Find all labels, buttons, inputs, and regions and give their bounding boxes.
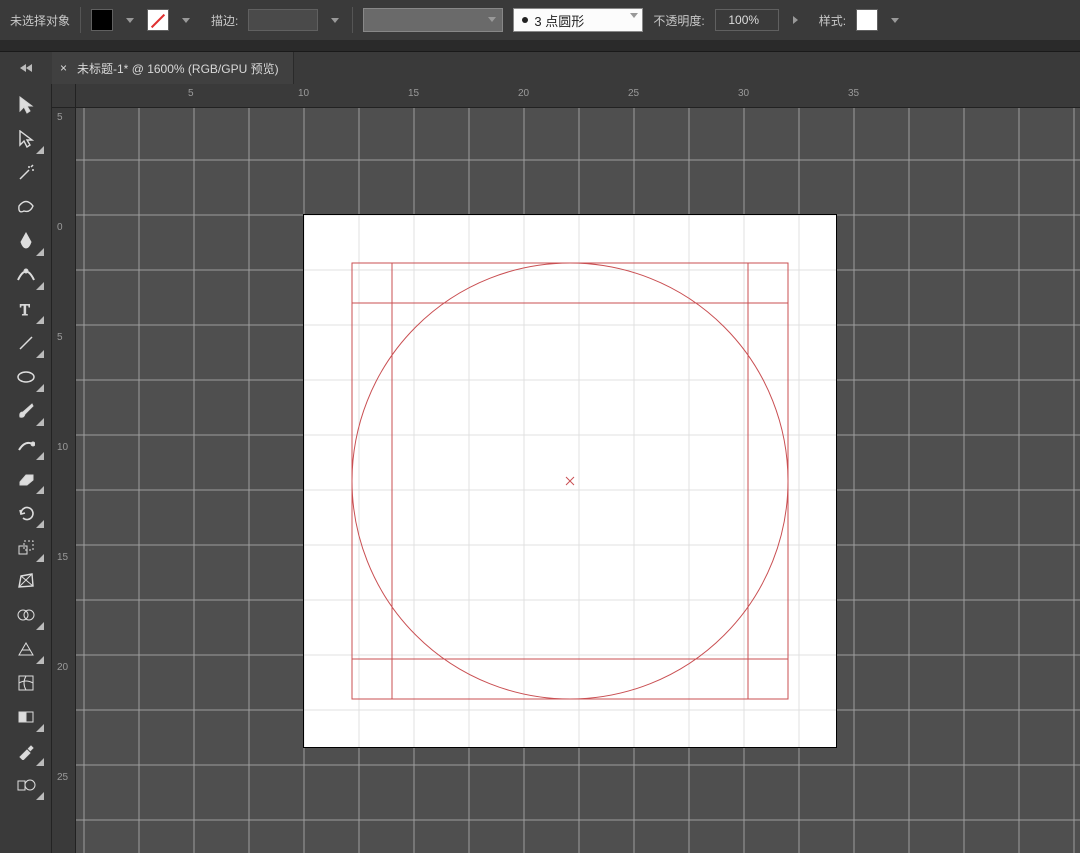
ruler-v-tick: 5 [57,332,63,343]
svg-text:T: T [20,302,30,317]
brush-combo[interactable]: 3 点圆形 [513,8,643,32]
stroke-weight-input[interactable] [248,9,318,31]
ruler-h-tick: 15 [408,88,419,99]
perspective-tool[interactable] [6,632,46,666]
curvature-tool[interactable] [6,258,46,292]
close-icon[interactable]: × [60,61,67,75]
ruler-h-tick: 20 [518,88,529,99]
blend-tool[interactable] [6,768,46,802]
eraser-tool[interactable] [6,462,46,496]
selection-tool[interactable] [6,88,46,122]
separator [352,7,353,33]
stroke-dropdown[interactable] [179,9,193,31]
line-tool[interactable] [6,326,46,360]
ruler-h-tick: 25 [628,88,639,99]
magic-wand-tool[interactable] [6,156,46,190]
ruler-horizontal[interactable]: 5 10 15 20 25 30 35 35 [76,84,1080,108]
stroke-swatch[interactable] [147,9,169,31]
opacity-input[interactable]: 100% [715,9,779,31]
ruler-h-tick: 30 [738,88,749,99]
ruler-v-tick: 25 [57,772,68,783]
pen-tool[interactable] [6,224,46,258]
toolbar: T [0,84,52,853]
eyedropper-tool[interactable] [6,734,46,768]
fill-dropdown[interactable] [123,9,137,31]
rotate-tool[interactable] [6,496,46,530]
ruler-origin[interactable] [52,84,76,108]
document-tab[interactable]: × 未标题-1* @ 1600% (RGB/GPU 预览) [52,52,294,84]
ruler-h-tick: 5 [188,88,194,99]
sub-strip [0,40,1080,52]
fill-swatch[interactable] [91,9,113,31]
direct-selection-tool[interactable] [6,122,46,156]
canvas[interactable]: 5 10 15 20 25 30 35 35 5 0 5 10 15 20 25 [52,84,1080,853]
mesh-tool[interactable] [6,666,46,700]
ruler-v-tick: 20 [57,662,68,673]
document-tab-title: 未标题-1* @ 1600% (RGB/GPU 预览) [77,60,279,77]
tab-bar: × 未标题-1* @ 1600% (RGB/GPU 预览) [0,52,1080,84]
separator [80,7,81,33]
ruler-h-tick: 10 [298,88,309,99]
lasso-tool[interactable] [6,190,46,224]
style-swatch[interactable] [856,9,878,31]
stroke-label: 描边: [211,12,238,29]
ruler-v-tick: 10 [57,442,68,453]
ruler-v-tick: 15 [57,552,68,563]
selection-status: 未选择对象 [10,12,70,29]
stroke-profile-combo[interactable] [363,8,503,32]
ruler-h-tick: 35 [848,88,859,99]
canvas-viewport[interactable] [76,108,1080,853]
gradient-tool[interactable] [6,700,46,734]
options-bar: 未选择对象 描边: 3 点圆形 不透明度: 100% 样式: [0,0,1080,40]
guide-geometry [352,263,788,699]
opacity-more[interactable] [789,9,803,31]
opacity-label: 不透明度: [653,12,704,29]
shape-builder-tool[interactable] [6,598,46,632]
ruler-v-tick: 0 [57,222,63,233]
pencil-tool[interactable] [6,428,46,462]
toolbar-header[interactable] [0,52,52,84]
style-label: 样式: [819,12,846,29]
scale-tool[interactable] [6,530,46,564]
ellipse-tool[interactable] [6,360,46,394]
work-area: T 5 10 15 20 25 30 35 35 5 0 5 [0,84,1080,853]
artboard[interactable] [304,215,836,747]
type-tool[interactable]: T [6,292,46,326]
ruler-v-tick: 5 [57,112,63,123]
brush-combo-value: 3 点圆形 [534,11,584,30]
style-dropdown[interactable] [888,9,902,31]
free-transform-tool[interactable] [6,564,46,598]
paintbrush-tool[interactable] [6,394,46,428]
stroke-weight-dropdown[interactable] [328,9,342,31]
ruler-vertical[interactable]: 5 0 5 10 15 20 25 [52,108,76,853]
